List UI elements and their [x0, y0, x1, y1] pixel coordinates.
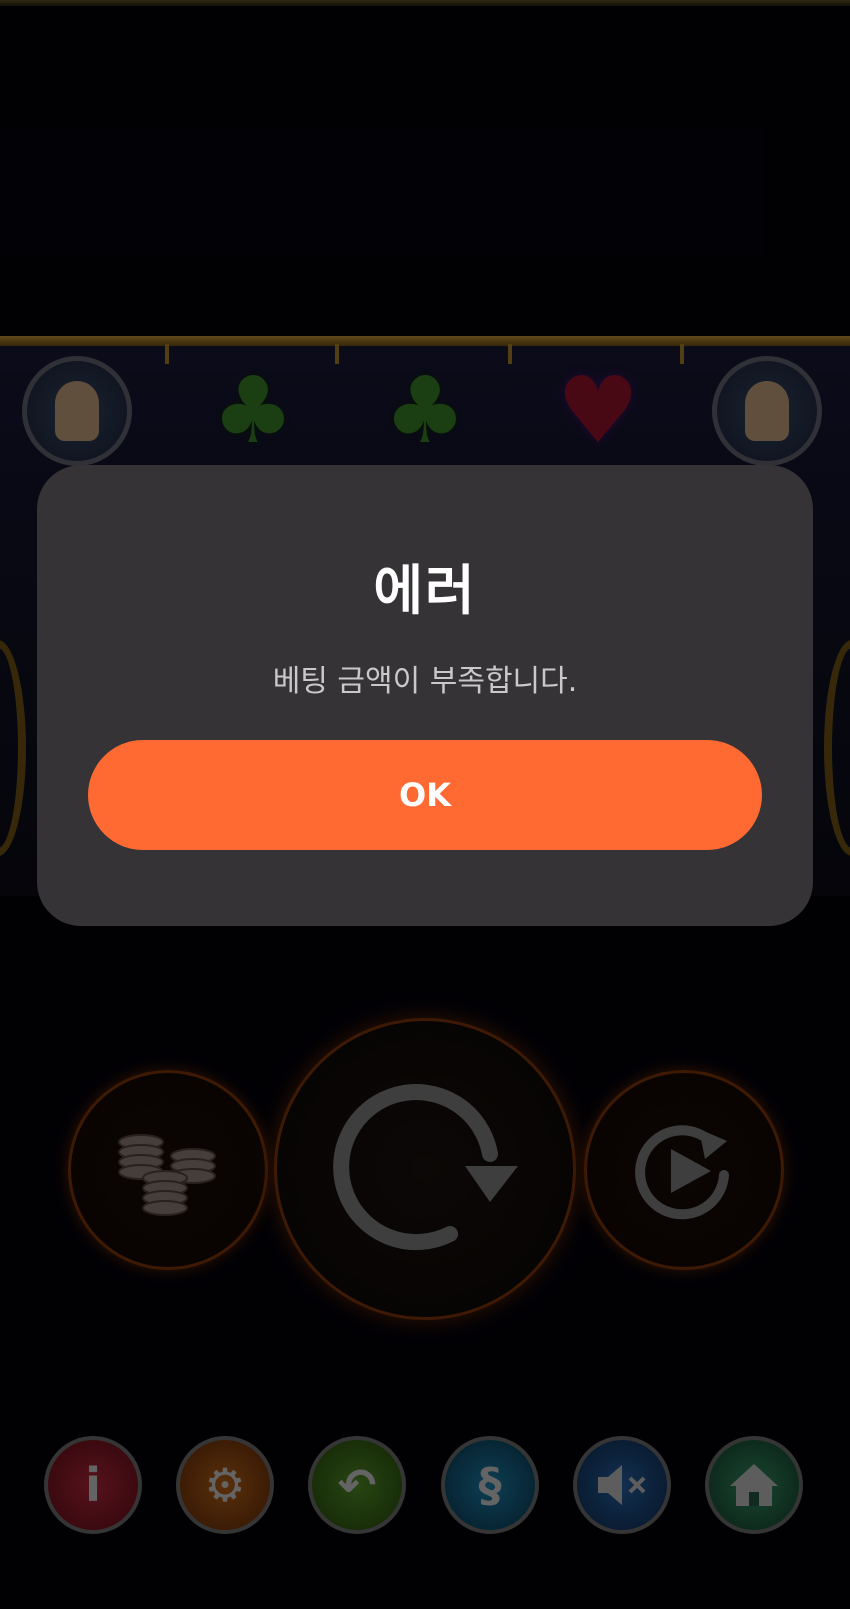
dialog-message: 베팅 금액이 부족합니다.: [272, 664, 578, 699]
dialog-title: 에러: [373, 559, 477, 622]
ok-button[interactable]: OK: [88, 740, 762, 850]
